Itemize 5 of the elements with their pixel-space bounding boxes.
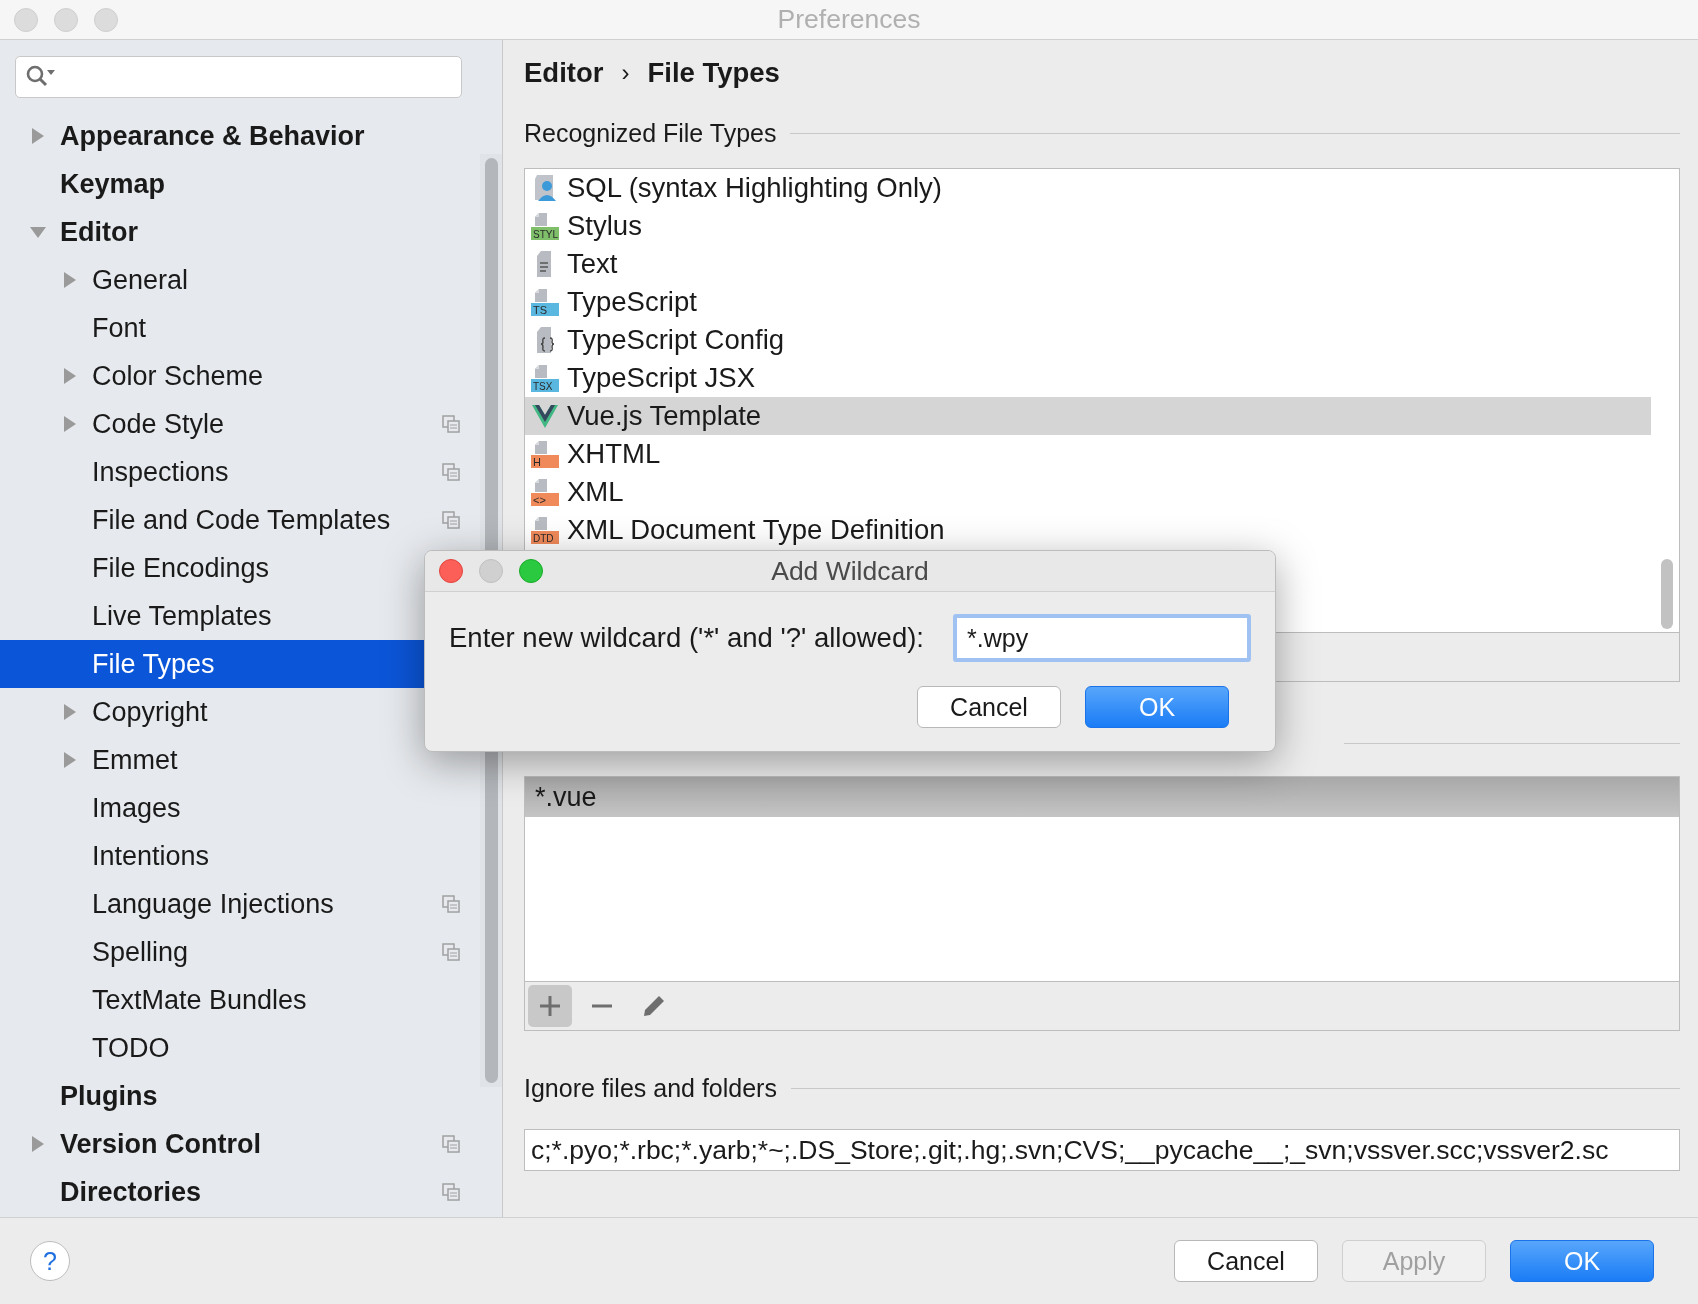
section-title: Recognized File Types xyxy=(524,118,777,148)
breadcrumb-separator: › xyxy=(621,59,630,87)
section-title: Ignore files and folders xyxy=(524,1073,777,1103)
window-title: Preferences xyxy=(776,4,922,35)
dialog-title: Add Wildcard xyxy=(770,555,930,587)
